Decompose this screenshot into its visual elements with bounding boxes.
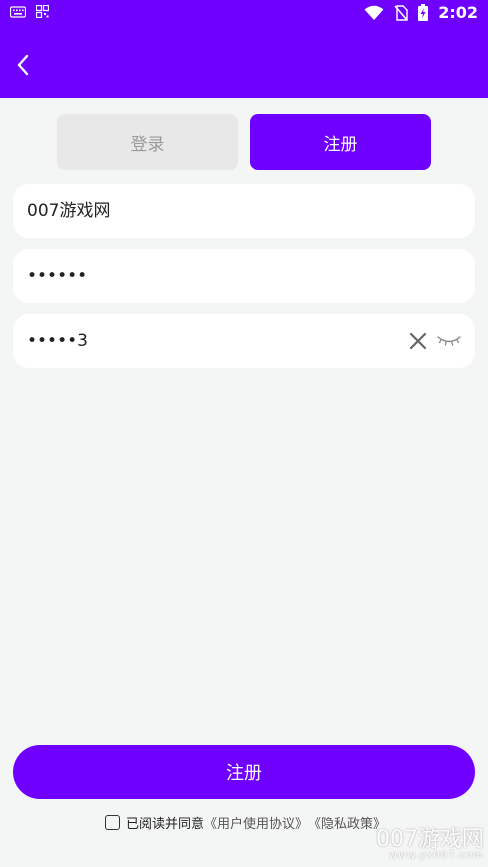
- username-field[interactable]: 007游戏网: [13, 184, 475, 238]
- keyboard-icon: [10, 5, 26, 18]
- watermark: 007游戏网 www.yx007.com: [376, 829, 484, 861]
- agreement-text: 已阅读并同意: [126, 817, 205, 832]
- confirm-password-field[interactable]: •••••3: [13, 314, 475, 368]
- agreement-row: 已阅读并同意 《用户使用协议》 《隐私政策》: [105, 813, 386, 832]
- privacy-policy-link[interactable]: 《隐私政策》: [308, 813, 386, 832]
- tab-register[interactable]: 注册: [250, 114, 431, 170]
- status-bar: 2:02: [0, 0, 488, 26]
- tab-login-label: 登录: [130, 134, 165, 155]
- status-bar-left: [10, 5, 49, 18]
- user-agreement-link[interactable]: 《用户使用协议》: [204, 813, 308, 832]
- wifi-icon: [364, 5, 384, 20]
- password-field[interactable]: ••••••: [13, 249, 475, 303]
- watermark-url: www.yx007.com: [388, 850, 484, 861]
- register-submit-label: 注册: [226, 763, 262, 784]
- battery-charging-icon: [418, 4, 429, 21]
- agreement-checkbox[interactable]: [105, 815, 120, 830]
- status-bar-right: 2:02: [364, 3, 478, 22]
- username-value: 007游戏网: [27, 201, 111, 221]
- qr-icon: [36, 5, 49, 18]
- tab-register-label: 注册: [323, 134, 358, 155]
- tab-login[interactable]: 登录: [57, 114, 238, 170]
- confirm-password-value: •••••3: [27, 331, 88, 351]
- register-submit-button[interactable]: 注册: [13, 745, 475, 799]
- chevron-left-icon: [17, 54, 29, 76]
- app-bar: [0, 26, 488, 98]
- back-button[interactable]: [8, 50, 38, 80]
- password-value: ••••••: [27, 266, 88, 286]
- no-sim-icon: [394, 4, 408, 21]
- status-bar-time: 2:02: [438, 3, 478, 22]
- watermark-brand: 007游戏网: [376, 827, 484, 852]
- eye-closed-icon[interactable]: [437, 334, 461, 348]
- close-icon[interactable]: [408, 331, 428, 351]
